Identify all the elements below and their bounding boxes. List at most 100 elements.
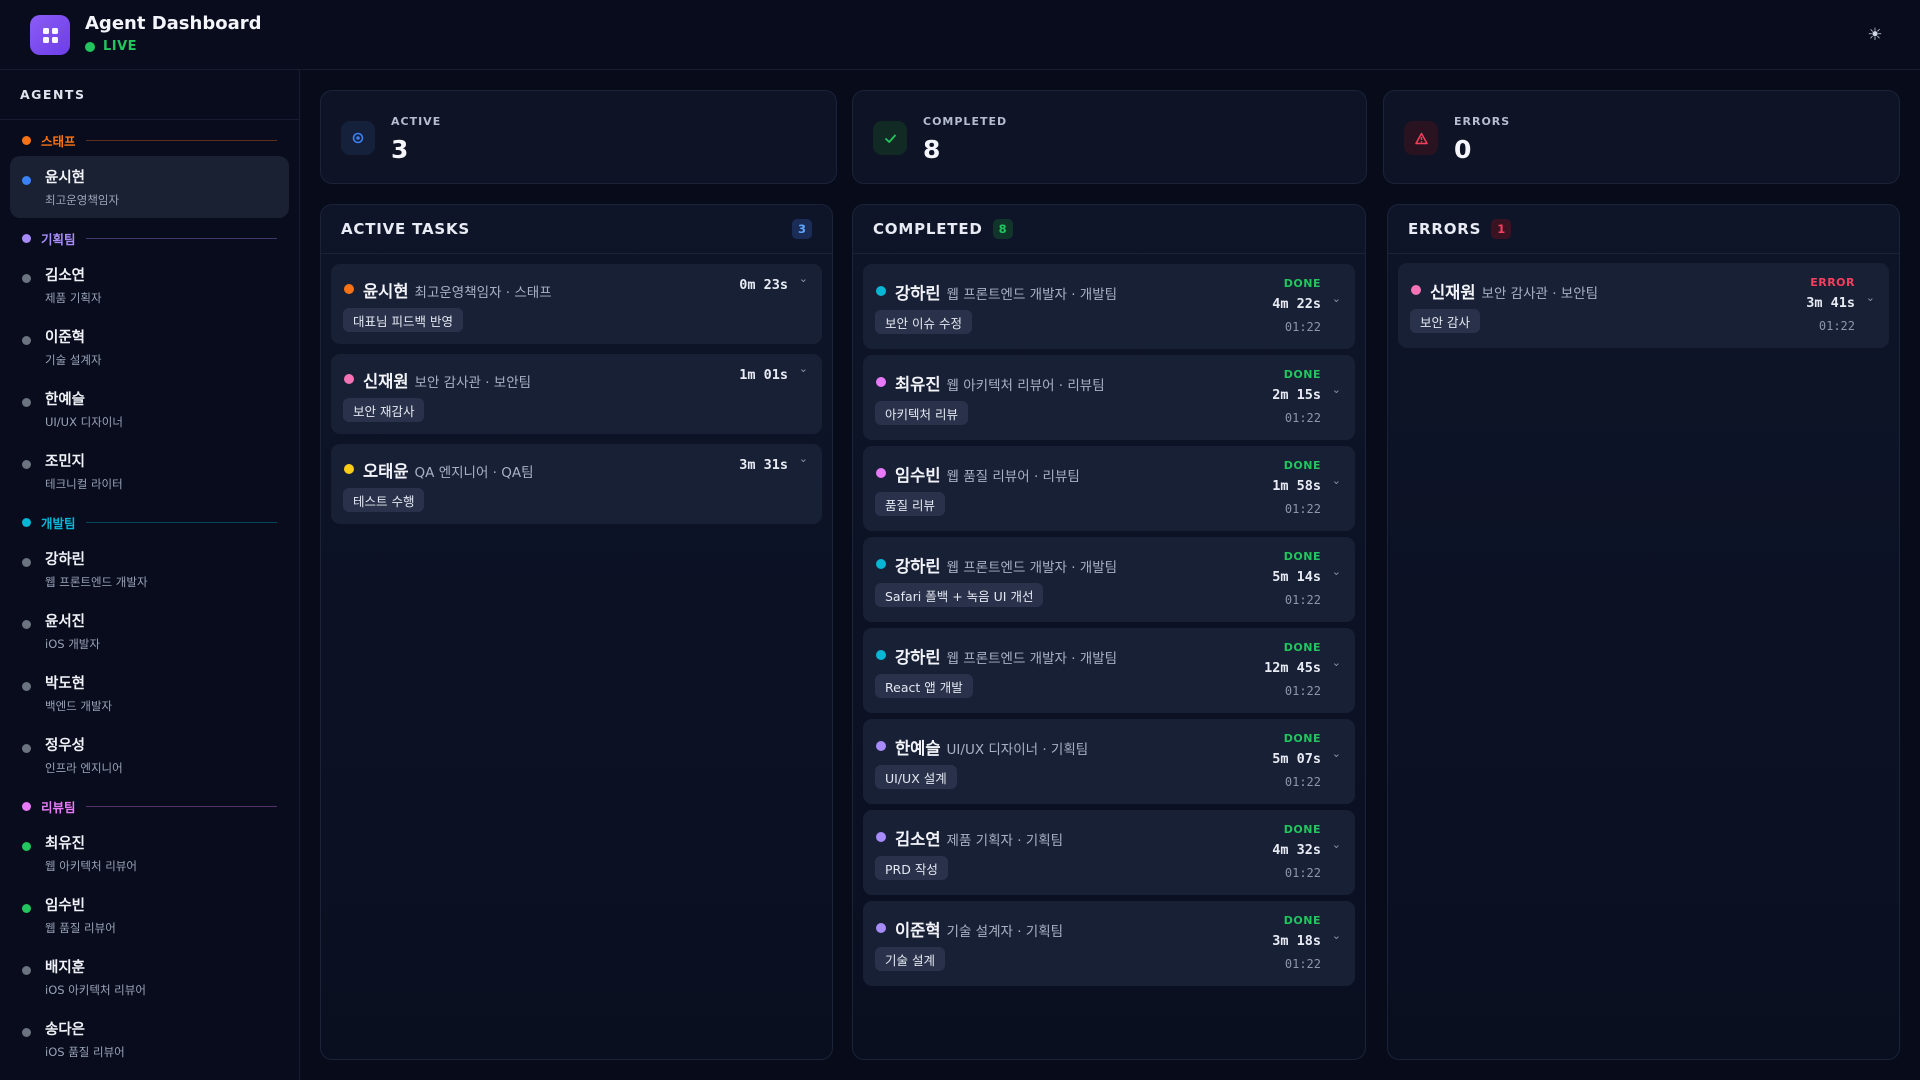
agent-name: 송다은 (45, 1022, 86, 1038)
agent-role: 웹 아키텍처 리뷰어 (45, 859, 137, 873)
task-card[interactable]: 신재원 보안 감사관 · 보안팀 보안 재감사 1m 01s ⌄ (331, 354, 822, 434)
stat-card-completed: COMPLETED 8 (852, 90, 1367, 184)
chevron-down-icon[interactable]: ⌄ (799, 272, 808, 285)
task-agent-name-text: 강하린 (895, 557, 941, 576)
task-agent-name-text: 윤시현 (363, 282, 409, 301)
agent-status-dot (22, 842, 31, 851)
sidebar-agent-item[interactable]: 최유진 웹 아키텍처 리뷰어 (10, 822, 289, 884)
task-agent-role: 웹 프론트엔드 개발자 · 개발팀 (946, 560, 1118, 576)
sidebar-agent-item[interactable]: 김소연제품 기획자 (10, 254, 289, 316)
task-status-badge: DONE (1283, 550, 1321, 563)
task-agent-name-text: 한예슬 (895, 739, 941, 758)
task-tag: 테스트 수행 (343, 488, 425, 512)
stat-label-completed: COMPLETED (923, 115, 1008, 128)
chevron-down-icon[interactable]: ⌄ (1332, 565, 1341, 578)
task-card[interactable]: 최유진 웹 아키텍처 리뷰어 · 리뷰팀 아키텍처 리뷰 DONE 01:22 2m 15… (863, 355, 1355, 440)
task-tag: 보안 이슈 수정 (875, 310, 972, 334)
task-agent-role: 웹 프론트엔드 개발자 · 개발팀 (946, 287, 1118, 303)
sidebar-agent-item[interactable]: 배지훈 iOS 아키텍처 리뷰어 (10, 946, 289, 1008)
sidebar-group-label: 스태프 (41, 133, 76, 149)
sidebar-agent-item[interactable]: 한예슬 UI/UX 디자이너 (10, 378, 289, 440)
errors-count-badge: 1 (1491, 219, 1512, 239)
task-card[interactable]: 오태윤 QA 엔지니어 · QA팀테스트 수행 3m 31s ⌄ (331, 444, 822, 524)
errors-panel: ERRORS 1 신재원 보안 감사관 · 보안팀 보안 감사 ERROR 01:22 3… (1387, 204, 1900, 1060)
task-agent-name-text: 신재원 (1430, 283, 1476, 302)
task-status-badge: DONE (1283, 459, 1321, 472)
agent-role: 테크니컬 라이터 (45, 477, 123, 491)
agent-name: 김소연 (45, 268, 86, 284)
task-agent-name: 오태윤 QA 엔지니어 · QA팀 (363, 458, 534, 482)
group-divider (85, 805, 277, 807)
chevron-down-icon[interactable]: ⌄ (799, 362, 808, 375)
group-dot-icon (22, 801, 31, 811)
task-card[interactable]: 김소연 제품 기획자 · 기획팀 PRD 작성 DONE 01:22 4m 32s ⌄ (863, 810, 1355, 895)
chevron-down-icon[interactable]: ⌄ (1332, 929, 1341, 942)
agent-status-dot (344, 284, 354, 294)
agent-groups: 스태프 윤시현 최고운영책임자 기획팀 김소연 제품 기획자 이준혁 기술 설계자 한예슬 UI/… (0, 130, 299, 1080)
agent-name: 임수빈 (45, 898, 86, 914)
task-card[interactable]: 신재원 보안 감사관 · 보안팀 보안 감사 ERROR 01:22 3m 41s ⌄ (1398, 263, 1889, 348)
sidebar-agent-item[interactable]: 송다은 iOS 품질 리뷰어 (10, 1008, 289, 1070)
chevron-down-icon[interactable]: ⌄ (1332, 383, 1341, 396)
task-agent-name-text: 강하린 (895, 648, 941, 667)
sidebar-agent-item[interactable]: 한민호 (10, 1070, 289, 1080)
sidebar-agent-item[interactable]: 박도현 백엔드 개발자 (10, 662, 289, 724)
agent-status-dot (876, 286, 886, 296)
task-card[interactable]: 한예슬 UI/UX 디자이너 · 기획팀 UI/UX 설계 DONE 01:22 5m 0… (863, 719, 1355, 804)
chevron-down-icon[interactable]: ⌄ (1332, 292, 1341, 305)
chevron-down-icon[interactable]: ⌄ (1332, 656, 1341, 669)
chevron-down-icon[interactable]: ⌄ (1866, 291, 1875, 304)
group-dot-icon (22, 517, 31, 527)
task-card[interactable]: 이준혁 기술 설계자 · 기획팀 기술 설계 DONE 01:22 3m 18s ⌄ (863, 901, 1355, 986)
agent-role: UI/UX 디자이너 (45, 415, 123, 429)
task-duration: 12m 45s (1264, 660, 1321, 676)
task-status-badge: DONE (1283, 641, 1321, 654)
agent-name: 조민지 (45, 454, 86, 470)
task-card[interactable]: 강하린 웹 프론트엔드 개발자 · 개발팀 React 앱 개발 DONE 01:22 1… (863, 628, 1355, 713)
task-duration: 0m 23s (739, 277, 788, 293)
task-tag: 아키텍처 리뷰 (875, 401, 968, 425)
sidebar-group-header: 스태프 (0, 130, 299, 150)
chevron-down-icon[interactable]: ⌄ (799, 452, 808, 465)
agent-name: 윤서진 (45, 614, 86, 630)
agent-status-dot (1411, 285, 1421, 295)
task-agent-role: 보안 감사관 · 보안팀 (414, 375, 532, 391)
chevron-down-icon[interactable]: ⌄ (1332, 838, 1341, 851)
task-card[interactable]: 임수빈 웹 품질 리뷰어 · 리뷰팀 품질 리뷰 DONE 01:22 1m 58s ⌄ (863, 446, 1355, 531)
task-status-badge: ERROR (1810, 276, 1855, 289)
task-agent-role: QA 엔지니어 · QA팀 (414, 465, 534, 481)
task-duration: 5m 07s (1272, 751, 1321, 767)
agent-name: 정우성 (45, 738, 86, 754)
chevron-down-icon[interactable]: ⌄ (1332, 747, 1341, 760)
task-card[interactable]: 윤시현 최고운영책임자 · 스태프 대표님 피드백 반영 0m 23s ⌄ (331, 264, 822, 344)
completed-header: COMPLETED 8 (853, 205, 1365, 254)
agent-role: 제품 기획자 (45, 291, 102, 305)
agents-sidebar: AGENTS 스태프 윤시현 최고운영책임자 기획팀 김소연 제품 기획자 이준혁 기술 설계… (0, 70, 300, 1080)
task-tag: 기술 설계 (875, 947, 945, 971)
agent-status-dot (876, 832, 886, 842)
agent-status-dot (22, 744, 31, 753)
theme-toggle-sun-icon[interactable]: ☀ (1860, 20, 1890, 50)
sidebar-agent-item[interactable]: 임수빈웹 품질 리뷰어 (10, 884, 289, 946)
sidebar-agent-item[interactable]: 이준혁 기술 설계자 (10, 316, 289, 378)
sidebar-agent-item[interactable]: 강하린 웹 프론트엔드 개발자 (10, 538, 289, 600)
sidebar-agent-item[interactable]: 조민지테크니컬 라이터 (10, 440, 289, 502)
group-dot-icon (22, 233, 31, 243)
active-count-badge: 3 (791, 219, 812, 239)
live-indicator: LIVE (85, 39, 137, 54)
task-card[interactable]: 강하린 웹 프론트엔드 개발자 · 개발팀 Safari 폴백 + 녹음 UI 개선… (863, 537, 1355, 622)
live-status-text: LIVE (103, 39, 138, 54)
agent-role: 백엔드 개발자 (45, 699, 113, 713)
task-agent-name: 강하린 웹 프론트엔드 개발자 · 개발팀 (895, 644, 1117, 668)
task-card[interactable]: 강하린 웹 프론트엔드 개발자 · 개발팀 보안 이슈 수정 DONE 01:22 4m … (863, 264, 1355, 349)
agent-role: iOS 개발자 (45, 637, 100, 651)
sidebar-agent-item[interactable]: 윤시현 최고운영책임자 (10, 156, 289, 218)
sidebar-agent-item[interactable]: 정우성 인프라 엔지니어 (10, 724, 289, 786)
sidebar-group-header: 리뷰팀 (0, 796, 299, 816)
chevron-down-icon[interactable]: ⌄ (1332, 474, 1341, 487)
task-tag: 대표님 피드백 반영 (343, 308, 463, 332)
task-tag: UI/UX 설계 (875, 765, 957, 789)
sidebar-agent-item[interactable]: 윤서진 iOS 개발자 (10, 600, 289, 662)
task-duration: 3m 31s (739, 457, 788, 473)
agent-role: 웹 품질 리뷰어 (45, 921, 116, 935)
